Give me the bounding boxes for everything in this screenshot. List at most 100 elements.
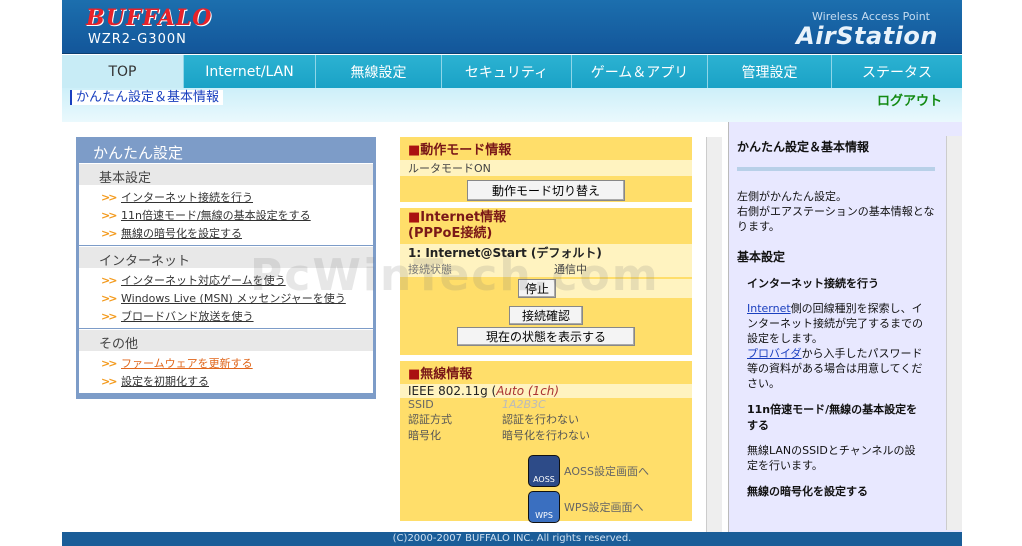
enc-value: 暗号化を行わない bbox=[502, 429, 590, 442]
wireless-standard-row: IEEE 802.11g (Auto (1ch) bbox=[400, 384, 692, 398]
arrow-icon: >> bbox=[101, 190, 117, 204]
internet-subtitle: (PPPoE接続) bbox=[408, 226, 493, 241]
help-divider bbox=[737, 167, 935, 171]
list-item: >> 無線の暗号化を設定する bbox=[79, 224, 373, 242]
model-name: WZR2-G300N bbox=[88, 32, 187, 47]
page-margin-right bbox=[962, 0, 1022, 546]
show-state-button[interactable]: 現在の状態を表示する bbox=[456, 327, 635, 346]
tab-top[interactable]: TOP bbox=[62, 55, 184, 88]
arrow-icon: >> bbox=[101, 374, 117, 388]
section-other-list: >> ファームウェアを更新する >> 設定を初期化する bbox=[79, 351, 373, 393]
list-item: >> 11n倍速モード/無線の基本設定をする bbox=[79, 206, 373, 224]
arrow-icon: >> bbox=[101, 356, 117, 370]
auth-value: 認証を行わない bbox=[502, 413, 579, 426]
enc-label: 暗号化 bbox=[408, 429, 441, 442]
square-icon: ■ bbox=[408, 210, 421, 225]
wps-link[interactable]: WPS設定画面へ bbox=[564, 499, 644, 515]
link-wireless-encryption[interactable]: 無線の暗号化を設定する bbox=[121, 225, 242, 241]
provider-link[interactable]: プロバイダ bbox=[747, 347, 802, 360]
stop-button[interactable]: 停止 bbox=[518, 279, 557, 298]
copyright-footer: (C)2000-2007 BUFFALO INC. All rights res… bbox=[62, 532, 962, 546]
link-factory-reset[interactable]: 設定を初期化する bbox=[121, 373, 209, 389]
wireless-title: 無線情報 bbox=[420, 367, 473, 382]
list-item: >> ファームウェアを更新する bbox=[79, 354, 373, 372]
section-other: その他 bbox=[79, 329, 373, 352]
arrow-icon: >> bbox=[101, 309, 117, 323]
help-sub-encryption: 無線の暗号化を設定する bbox=[747, 485, 868, 498]
aoss-link[interactable]: AOSS設定画面へ bbox=[564, 463, 649, 479]
wps-icon-label: WPS bbox=[535, 511, 553, 520]
center-scrollbar[interactable] bbox=[706, 137, 722, 532]
internet-title: Internet情報 bbox=[420, 210, 507, 225]
product-logo: AirStation bbox=[796, 22, 938, 50]
square-icon: ■ bbox=[408, 367, 421, 382]
help-text-internet: Internet側の回線種別を探索し、インターネット接続が完了するまでの設定をし… bbox=[747, 301, 925, 391]
confirm-connection-button[interactable]: 接続確認 bbox=[508, 306, 583, 325]
auth-label: 認証方式 bbox=[408, 413, 452, 426]
wps-link-row[interactable]: WPS WPS設定画面へ bbox=[528, 491, 692, 523]
arrow-icon: >> bbox=[101, 273, 117, 287]
mode-title-row: ■動作モード情報 bbox=[400, 137, 692, 160]
enc-row: 暗号化 暗号化を行わない bbox=[400, 427, 692, 443]
section-internet-list: >> インターネット対応ゲームを使う >> Windows Live (MSN) メ… bbox=[79, 268, 373, 328]
mode-title: 動作モード情報 bbox=[420, 143, 512, 158]
help-scrollbar[interactable] bbox=[946, 136, 962, 530]
show-state-row: 現在の状態を表示する bbox=[400, 327, 692, 346]
tab-status[interactable]: ステータス bbox=[832, 55, 962, 88]
aoss-icon[interactable]: AOSS bbox=[528, 455, 560, 487]
wireless-title-row: ■無線情報 bbox=[400, 361, 692, 384]
help-content: かんたん設定＆基本情報 左側がかんたん設定。 右側がエアステーションの基本情報と… bbox=[729, 122, 943, 532]
wireless-standard: IEEE 802.11g ( bbox=[408, 384, 497, 398]
ssid-label: SSID bbox=[408, 398, 434, 411]
list-item: >> インターネット対応ゲームを使う bbox=[79, 271, 373, 289]
list-item: >> ブロードバンド放送を使う bbox=[79, 307, 373, 325]
link-firmware[interactable]: ファームウェアを更新する bbox=[121, 355, 253, 371]
stop-row: 停止 bbox=[518, 279, 692, 298]
link-11n-wireless[interactable]: 11n倍速モード/無線の基本設定をする bbox=[121, 207, 311, 223]
internet-link[interactable]: Internet bbox=[747, 302, 791, 315]
aoss-link-row[interactable]: AOSS AOSS設定画面へ bbox=[528, 455, 692, 487]
brand-logo: BUFFALO bbox=[86, 5, 213, 31]
router-admin-page: BUFFALO WZR2-G300N Wireless Access Point… bbox=[0, 0, 1022, 546]
status-column: ■動作モード情報 ルータモードON 動作モード切り替え ■Internet情報(… bbox=[400, 137, 692, 527]
list-item: >> 設定を初期化する bbox=[79, 372, 373, 390]
ssid-value: 1A2B3C bbox=[502, 398, 546, 411]
mode-box: ■動作モード情報 ルータモードON 動作モード切り替え bbox=[400, 137, 692, 202]
mode-switch-button[interactable]: 動作モード切り替え bbox=[466, 180, 625, 201]
link-broadband[interactable]: ブロードバンド放送を使う bbox=[121, 308, 254, 324]
help-text-11n: 無線LANのSSIDとチャンネルの設定を行います。 bbox=[747, 444, 916, 472]
state-label: 接続状態 bbox=[408, 263, 452, 276]
easy-setup-panel: かんたん設定 基本設定 >> インターネット接続を行う >> 11n倍速モード/無線… bbox=[76, 137, 376, 399]
tab-admin[interactable]: 管理設定 bbox=[708, 55, 832, 88]
state-value: 通信中 bbox=[554, 263, 587, 276]
help-intro: 左側がかんたん設定。 右側がエアステーションの基本情報となります。 bbox=[737, 190, 935, 233]
ssid-row: SSID 1A2B3C bbox=[400, 398, 692, 411]
tab-security[interactable]: セキュリティ bbox=[442, 55, 572, 88]
link-internet-connect[interactable]: インターネット接続を行う bbox=[121, 189, 253, 205]
link-online-game[interactable]: インターネット対応ゲームを使う bbox=[121, 272, 286, 288]
wireless-box: ■無線情報 IEEE 802.11g (Auto (1ch) SSID 1A2B3… bbox=[400, 361, 692, 523]
aoss-icon-label: AOSS bbox=[533, 475, 555, 484]
confirm-row: 接続確認 bbox=[400, 306, 692, 325]
internet-box: ■Internet情報 (PPPoE接続) 1: Internet@Start (… bbox=[400, 208, 692, 355]
link-messenger[interactable]: Windows Live (MSN) メッセンジャーを使う bbox=[121, 290, 346, 306]
tab-internet-lan[interactable]: Internet/LAN bbox=[184, 55, 316, 88]
help-sub-11n: 11n倍速モード/無線の基本設定をする bbox=[747, 403, 918, 432]
page-margin-left bbox=[0, 0, 62, 546]
internet-title-row: ■Internet情報 (PPPoE接続) bbox=[400, 208, 692, 244]
sub-bar: かんたん設定＆基本情報 ログアウト bbox=[62, 88, 962, 122]
mode-button-row: 動作モード切り替え bbox=[400, 180, 692, 201]
logout-link[interactable]: ログアウト bbox=[877, 90, 942, 109]
section-basic: 基本設定 bbox=[79, 163, 373, 186]
easy-setup-title: かんたん設定 bbox=[93, 144, 184, 162]
help-title: かんたん設定＆基本情報 bbox=[737, 140, 870, 154]
wps-icon[interactable]: WPS bbox=[528, 491, 560, 523]
page-title: かんたん設定＆基本情報 bbox=[70, 90, 224, 105]
section-internet: インターネット bbox=[79, 246, 373, 269]
help-sub-internet: インターネット接続を行う bbox=[747, 277, 879, 290]
tab-wireless[interactable]: 無線設定 bbox=[316, 55, 442, 88]
tab-game-app[interactable]: ゲーム＆アプリ bbox=[572, 55, 708, 88]
arrow-icon: >> bbox=[101, 226, 117, 240]
main-tabs: TOP Internet/LAN 無線設定 セキュリティ ゲーム＆アプリ 管理設… bbox=[62, 55, 962, 88]
connection-name: 1: Internet@Start (デフォルト) bbox=[400, 244, 692, 261]
